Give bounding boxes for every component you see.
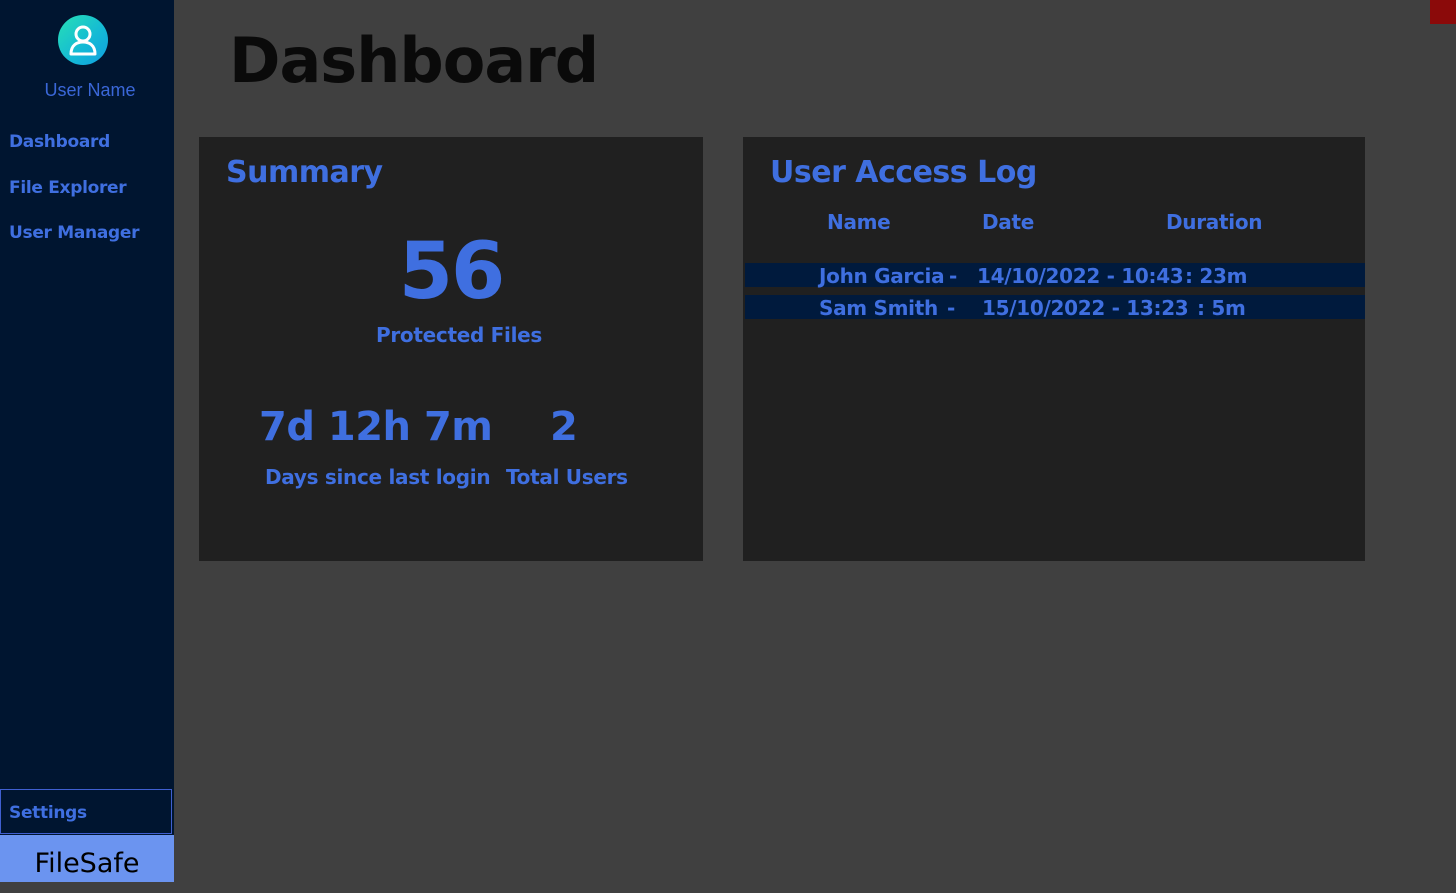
settings-button[interactable]: Settings — [0, 789, 172, 834]
column-header-date: Date — [982, 210, 1035, 234]
total-users-label: Total Users — [506, 465, 628, 489]
protected-files-label: Protected Files — [376, 323, 542, 347]
access-log-title: User Access Log — [770, 155, 1037, 190]
close-button[interactable] — [1430, 0, 1456, 24]
sidebar: User Name Dashboard File Explorer User M… — [0, 0, 174, 882]
user-name-label: User Name — [44, 80, 136, 100]
summary-title: Summary — [226, 155, 383, 190]
row-separator: - — [947, 296, 956, 320]
page-title: Dashboard — [229, 24, 599, 97]
row-name: Sam Smith — [819, 296, 938, 320]
since-last-login-label: Days since last login — [265, 465, 491, 489]
access-log-panel: User Access Log Name Date Duration John … — [743, 137, 1365, 561]
table-row[interactable]: Sam Smith - 15/10/2022 - 13:23 : 5m — [745, 295, 1365, 320]
row-separator: - — [949, 264, 958, 288]
row-name: John Garcia — [819, 264, 945, 288]
nav-dashboard[interactable]: Dashboard — [9, 132, 110, 152]
table-row[interactable]: John Garcia - 14/10/2022 - 10:43 : 23m — [745, 263, 1365, 288]
column-header-name: Name — [827, 210, 891, 234]
row-duration: : 5m — [1197, 296, 1246, 320]
protected-files-count: 56 — [398, 227, 506, 317]
column-header-duration: Duration — [1166, 210, 1263, 234]
row-duration: : 23m — [1185, 264, 1248, 288]
settings-label: Settings — [9, 803, 87, 823]
nav-user-manager[interactable]: User Manager — [9, 223, 140, 243]
since-last-login-value: 7d 12h 7m — [259, 404, 493, 450]
nav-file-explorer[interactable]: File Explorer — [9, 178, 127, 198]
row-date: 14/10/2022 - 10:43 — [977, 264, 1184, 288]
user-avatar-icon[interactable] — [58, 15, 108, 65]
row-date: 15/10/2022 - 13:23 — [982, 296, 1189, 320]
summary-panel: Summary 56 Protected Files 7d 12h 7m Day… — [199, 137, 703, 561]
total-users-value: 2 — [550, 404, 578, 450]
brand-logo: FileSafe — [0, 835, 174, 882]
